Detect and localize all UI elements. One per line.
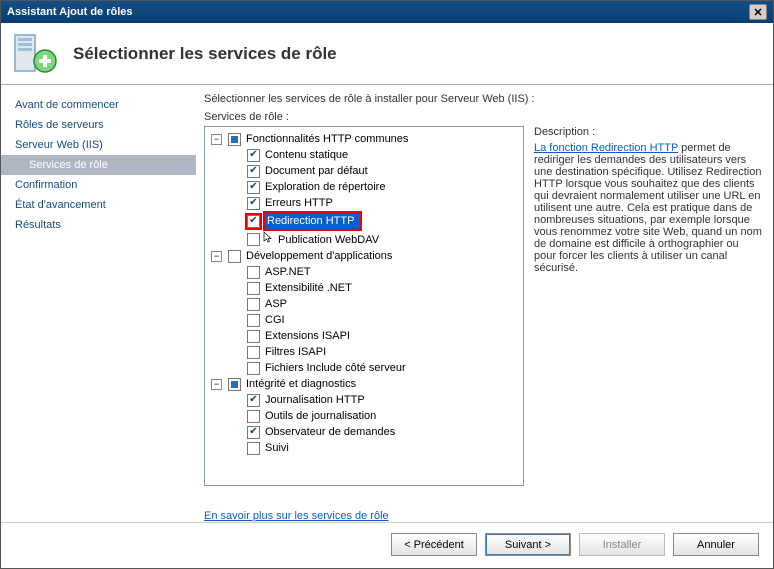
- description-link[interactable]: La fonction Redirection HTTP: [534, 142, 678, 154]
- tree-node-label[interactable]: Intégrité et diagnostics: [244, 376, 358, 392]
- checkbox[interactable]: [247, 346, 260, 359]
- learn-more-link[interactable]: En savoir plus sur les services de rôle: [204, 510, 389, 522]
- tree-node[interactable]: Fichiers Include côté serveur: [229, 360, 521, 376]
- main-area: Avant de commencerRôles de serveursServe…: [1, 85, 773, 522]
- instruction-text: Sélectionner les services de rôle à inst…: [204, 93, 763, 105]
- checkbox[interactable]: [247, 282, 260, 295]
- wizard-step[interactable]: Rôles de serveurs: [1, 115, 196, 135]
- checkbox[interactable]: ✔: [247, 197, 260, 210]
- install-button: Installer: [579, 533, 665, 556]
- tree-node[interactable]: ✔Journalisation HTTP: [229, 392, 521, 408]
- checkbox[interactable]: ✔: [247, 181, 260, 194]
- tree-node-label[interactable]: Outils de journalisation: [263, 408, 378, 424]
- wizard-step[interactable]: Résultats: [1, 215, 196, 235]
- tree-node[interactable]: ✔Redirection HTTP: [229, 211, 521, 231]
- tree-node[interactable]: ASP: [229, 296, 521, 312]
- tree-node-label[interactable]: Suivi: [263, 440, 291, 456]
- checkbox[interactable]: ✔: [247, 149, 260, 162]
- list-label: Services de rôle :: [204, 111, 763, 123]
- checkbox[interactable]: ✔: [247, 426, 260, 439]
- wizard-step[interactable]: État d'avancement: [1, 195, 196, 215]
- wizard-step[interactable]: Avant de commencer: [1, 95, 196, 115]
- checkbox[interactable]: [247, 362, 260, 375]
- tree-node-label[interactable]: Observateur de demandes: [263, 424, 397, 440]
- server-role-icon: [13, 31, 59, 77]
- tree-node[interactable]: ✔Erreurs HTTP: [229, 195, 521, 211]
- tree-node-label[interactable]: ASP.NET: [263, 264, 313, 280]
- description-body: La fonction Redirection HTTP permet de r…: [534, 142, 763, 274]
- description-panel: Description : La fonction Redirection HT…: [534, 126, 763, 502]
- tree-node-label[interactable]: CGI: [263, 312, 287, 328]
- tree-node-label[interactable]: Erreurs HTTP: [263, 195, 335, 211]
- window-title: Assistant Ajout de rôles: [7, 6, 133, 18]
- checkbox[interactable]: [247, 410, 260, 423]
- cancel-button[interactable]: Annuler: [673, 533, 759, 556]
- tree-node[interactable]: − Développement d'applications: [211, 248, 521, 264]
- collapse-icon[interactable]: −: [211, 134, 222, 145]
- tree-node-label[interactable]: Publication WebDAV: [276, 232, 381, 248]
- checkbox[interactable]: ✔: [247, 215, 260, 228]
- tree-node[interactable]: CGI: [229, 312, 521, 328]
- tree-node[interactable]: Outils de journalisation: [229, 408, 521, 424]
- role-services-tree[interactable]: −Fonctionnalités HTTP communes✔Contenu s…: [204, 126, 524, 486]
- tree-node[interactable]: Filtres ISAPI: [229, 344, 521, 360]
- tree-node[interactable]: Suivi: [229, 440, 521, 456]
- tree-node[interactable]: − Fonctionnalités HTTP communes: [211, 131, 521, 147]
- tree-node-label[interactable]: Développement d'applications: [244, 248, 394, 264]
- checkbox[interactable]: ✔: [247, 165, 260, 178]
- tree-node[interactable]: ✔Exploration de répertoire: [229, 179, 521, 195]
- checkbox[interactable]: [228, 250, 241, 263]
- wizard-footer: < Précédent Suivant > Installer Annuler: [1, 522, 773, 568]
- tree-node-label[interactable]: ASP: [263, 296, 289, 312]
- tree-node[interactable]: Extensibilité .NET: [229, 280, 521, 296]
- wizard-step[interactable]: Serveur Web (IIS): [1, 135, 196, 155]
- checkbox[interactable]: [247, 266, 260, 279]
- cursor-icon: [263, 231, 273, 248]
- tree-node-label[interactable]: Contenu statique: [263, 147, 350, 163]
- checkbox[interactable]: [247, 298, 260, 311]
- next-button[interactable]: Suivant >: [485, 533, 571, 556]
- tree-node-label[interactable]: Extensions ISAPI: [263, 328, 352, 344]
- description-title: Description :: [534, 126, 763, 138]
- checkbox[interactable]: [247, 442, 260, 455]
- tree-node[interactable]: Extensions ISAPI: [229, 328, 521, 344]
- wizard-steps-sidebar: Avant de commencerRôles de serveursServe…: [1, 85, 196, 522]
- tree-node[interactable]: ASP.NET: [229, 264, 521, 280]
- checkbox[interactable]: [228, 378, 241, 391]
- collapse-icon[interactable]: −: [211, 251, 222, 262]
- learn-more-row: En savoir plus sur les services de rôle: [204, 510, 763, 522]
- tree-node[interactable]: ✔Document par défaut: [229, 163, 521, 179]
- tree-node-label[interactable]: Fonctionnalités HTTP communes: [244, 131, 410, 147]
- tree-node-label[interactable]: Fichiers Include côté serveur: [263, 360, 408, 376]
- tree-node[interactable]: ✔Observateur de demandes: [229, 424, 521, 440]
- tree-node-label[interactable]: Redirection HTTP: [263, 211, 362, 231]
- description-text: permet de rediriger les demandes des uti…: [534, 142, 762, 274]
- tree-node-label[interactable]: Filtres ISAPI: [263, 344, 328, 360]
- checkbox[interactable]: [247, 233, 260, 246]
- collapse-icon[interactable]: −: [211, 379, 222, 390]
- tree-node-label[interactable]: Document par défaut: [263, 163, 370, 179]
- content-panel: Sélectionner les services de rôle à inst…: [196, 85, 773, 522]
- wizard-step[interactable]: Services de rôle: [1, 155, 196, 175]
- checkbox[interactable]: [228, 133, 241, 146]
- tree-node-label[interactable]: Extensibilité .NET: [263, 280, 354, 296]
- wizard-header: Sélectionner les services de rôle: [1, 23, 773, 85]
- checkbox[interactable]: [247, 314, 260, 327]
- page-title: Sélectionner les services de rôle: [73, 44, 337, 64]
- tree-node-label[interactable]: Journalisation HTTP: [263, 392, 367, 408]
- previous-button[interactable]: < Précédent: [391, 533, 477, 556]
- checkbox[interactable]: [247, 330, 260, 343]
- checkbox[interactable]: ✔: [247, 394, 260, 407]
- tree-node-label[interactable]: Exploration de répertoire: [263, 179, 387, 195]
- titlebar: Assistant Ajout de rôles ✕: [1, 1, 773, 23]
- tree-node[interactable]: Publication WebDAV: [229, 231, 521, 248]
- wizard-step[interactable]: Confirmation: [1, 175, 196, 195]
- close-button[interactable]: ✕: [749, 4, 767, 20]
- tree-node[interactable]: − Intégrité et diagnostics: [211, 376, 521, 392]
- tree-node[interactable]: ✔Contenu statique: [229, 147, 521, 163]
